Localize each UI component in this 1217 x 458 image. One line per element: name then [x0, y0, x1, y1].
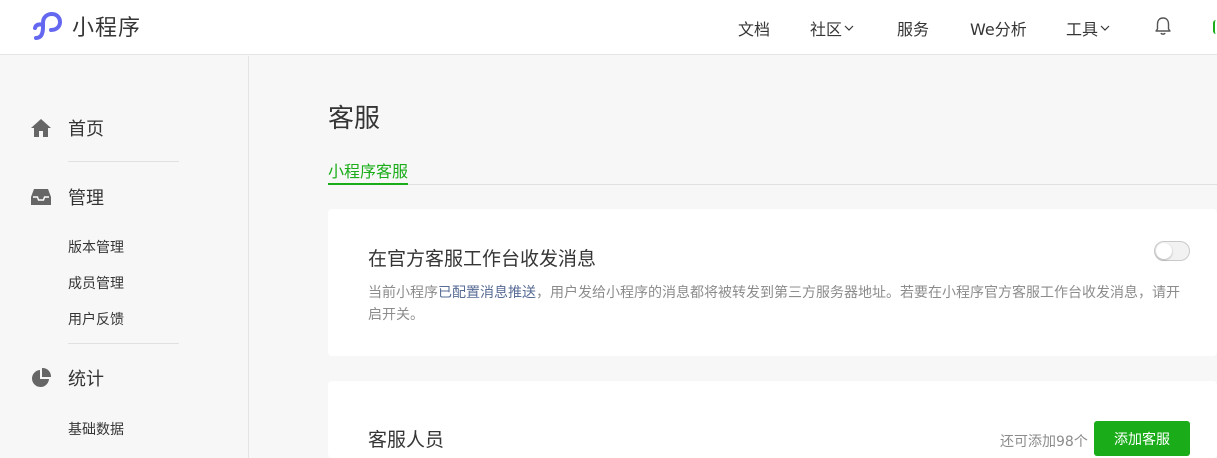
sidebar-item-home[interactable]: 首页	[30, 117, 104, 140]
tab-miniprogram-service[interactable]: 小程序客服	[328, 158, 409, 185]
workbench-toggle[interactable]	[1154, 241, 1190, 261]
sidebar-item-feedback[interactable]: 用户反馈	[68, 309, 124, 329]
sidebar-item-manage-label: 管理	[68, 188, 104, 209]
desc-prefix: 当前小程序	[368, 285, 438, 301]
tab-bar: 小程序客服	[328, 152, 1217, 185]
nav-services-label: 服务	[897, 19, 930, 39]
nav-community[interactable]: 社区	[810, 0, 854, 55]
brand-name: 小程序	[72, 16, 142, 41]
workbench-title: 在官方客服工作台收发消息	[368, 248, 597, 270]
nav-community-label: 社区	[810, 19, 843, 39]
add-staff-button[interactable]: 添加客服	[1094, 421, 1190, 456]
sidebar-item-stats-label: 统计	[68, 369, 104, 390]
sidebar-item-basic-data[interactable]: 基础数据	[68, 419, 124, 439]
page-title: 客服	[328, 104, 381, 134]
chevron-down-icon	[1100, 25, 1110, 31]
nav-tools-label: 工具	[1066, 19, 1099, 39]
nav-docs-label: 文档	[738, 19, 771, 39]
workbench-description: 当前小程序已配置消息推送，用户发给小程序的消息都将被转发到第三方服务器地址。若要…	[368, 282, 1188, 326]
staff-title: 客服人员	[368, 429, 445, 451]
chevron-down-icon	[844, 25, 854, 31]
logo[interactable]: 小程序	[32, 10, 141, 42]
pie-chart-icon	[32, 367, 52, 387]
inbox-icon	[31, 189, 51, 205]
toggle-knob	[1156, 243, 1172, 259]
nav-analytics[interactable]: We分析	[970, 0, 1027, 55]
top-bar: 小程序 文档 社区 服务 We分析 工具	[0, 0, 1217, 55]
message-push-link[interactable]: 已配置消息推送	[438, 285, 536, 301]
staff-card: 客服人员 还可添加98个 添加客服	[328, 381, 1217, 458]
home-icon	[31, 119, 51, 137]
sidebar-item-members[interactable]: 成员管理	[68, 273, 124, 293]
sidebar: 首页 管理 版本管理 成员管理 用户反馈 统计 基础数据	[0, 56, 249, 458]
staff-remaining-count: 还可添加98个	[1000, 434, 1088, 450]
sidebar-divider	[68, 343, 179, 344]
miniprogram-logo-icon	[33, 11, 63, 40]
nav-services[interactable]: 服务	[897, 0, 929, 55]
sidebar-item-home-label: 首页	[68, 119, 104, 140]
nav-docs[interactable]: 文档	[738, 0, 770, 55]
sidebar-divider	[68, 161, 179, 162]
sidebar-item-manage[interactable]: 管理	[30, 186, 104, 209]
nav-tools[interactable]: 工具	[1066, 0, 1110, 55]
workbench-card: 在官方客服工作台收发消息 当前小程序已配置消息推送，用户发给小程序的消息都将被转…	[328, 209, 1217, 356]
sidebar-item-stats[interactable]: 统计	[30, 367, 104, 390]
bell-icon[interactable]	[1154, 16, 1172, 36]
nav-analytics-label: We分析	[970, 19, 1027, 39]
avatar-edge[interactable]	[1213, 20, 1217, 34]
sidebar-item-versions[interactable]: 版本管理	[68, 237, 124, 257]
